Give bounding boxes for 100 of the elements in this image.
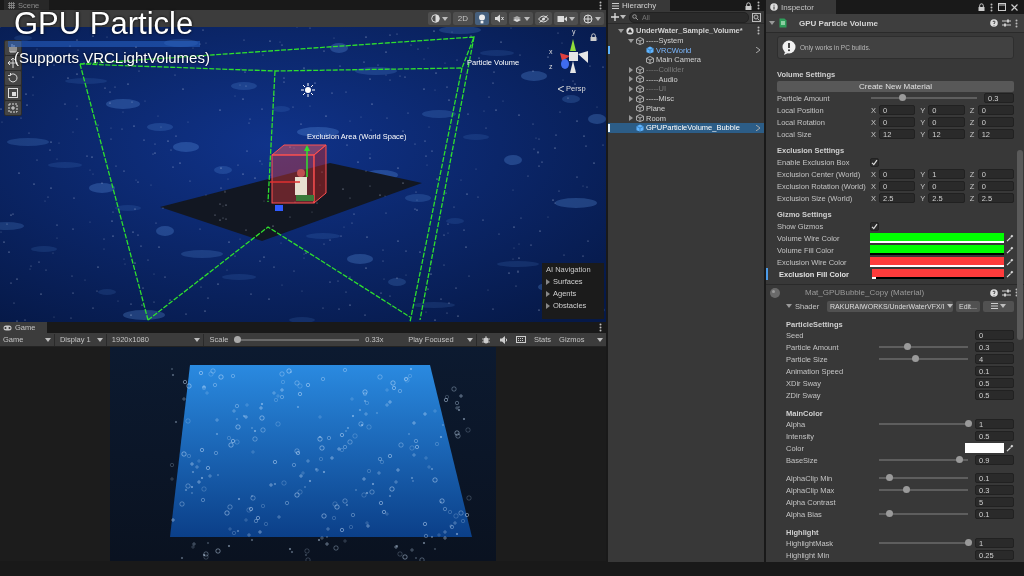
slider-thumb[interactable] xyxy=(899,94,907,101)
eyedropper-icon[interactable] xyxy=(1006,234,1014,242)
caret-icon xyxy=(597,337,603,342)
slider-thumb[interactable] xyxy=(886,474,894,481)
slider-thumb[interactable] xyxy=(964,539,972,546)
caret-icon xyxy=(193,337,200,342)
foldout-arrow-icon[interactable] xyxy=(769,20,775,26)
rotate-tool-button[interactable] xyxy=(5,71,21,85)
more-options-icon[interactable] xyxy=(990,2,993,12)
slider-thumb[interactable] xyxy=(903,486,911,493)
warning-bubble-icon xyxy=(782,40,796,55)
action-button[interactable]: Create New Material xyxy=(777,80,1014,92)
light-bulb-icon xyxy=(478,13,486,24)
prefab-marker xyxy=(608,123,610,132)
maximize-icon[interactable] xyxy=(998,3,1006,11)
caret-icon xyxy=(620,15,626,19)
2d-mode-button[interactable]: 2D xyxy=(452,12,473,25)
lock-icon[interactable] xyxy=(978,3,985,11)
color-field[interactable] xyxy=(965,443,1004,453)
camera-button[interactable] xyxy=(554,12,578,25)
shading-mode-button[interactable] xyxy=(427,12,451,25)
lighting-toggle[interactable] xyxy=(475,12,489,25)
slider-thumb[interactable] xyxy=(903,343,911,350)
orientation-gizmo-icon[interactable] xyxy=(560,39,588,73)
hierarchy-tab[interactable]: Hierarchy xyxy=(608,0,671,11)
caret-icon xyxy=(441,16,448,21)
render-queue-dropdown[interactable] xyxy=(982,300,1014,312)
chevron-right-icon[interactable] xyxy=(756,47,760,54)
foldout-arrow-icon[interactable] xyxy=(628,76,634,83)
scrollbar-thumb[interactable] xyxy=(1017,150,1023,340)
eyedropper-icon[interactable] xyxy=(1006,246,1014,254)
more-options-icon[interactable] xyxy=(757,1,760,10)
eyedropper-icon[interactable] xyxy=(1006,444,1014,452)
rect-tool-button[interactable] xyxy=(5,101,21,115)
debug-button[interactable] xyxy=(479,333,493,346)
list-icon xyxy=(612,2,619,9)
add-button[interactable] xyxy=(611,13,626,21)
color-field[interactable] xyxy=(870,257,1004,267)
speaker-muted-icon xyxy=(494,14,504,23)
close-icon[interactable] xyxy=(1011,3,1018,11)
presets-icon[interactable] xyxy=(1002,288,1011,297)
chevron-right-icon[interactable] xyxy=(756,124,760,131)
cube-icon xyxy=(646,55,654,64)
slider-thumb[interactable] xyxy=(955,456,963,463)
caret-icon xyxy=(595,16,601,21)
more-options-icon[interactable] xyxy=(1015,288,1018,297)
layers-icon xyxy=(512,13,522,24)
hand-icon xyxy=(7,42,19,54)
slider-thumb[interactable] xyxy=(886,510,894,517)
plus-icon xyxy=(611,13,619,21)
more-options-icon[interactable] xyxy=(1015,18,1018,28)
lock-icon[interactable] xyxy=(590,33,597,41)
overlay-subtitle: (Supports VRCLightVolumes) xyxy=(14,49,210,67)
effects-button[interactable] xyxy=(509,12,533,25)
foldout-arrow-icon[interactable] xyxy=(628,85,634,92)
visibility-toggle[interactable] xyxy=(535,12,552,25)
color-field[interactable] xyxy=(872,269,1004,279)
scene-search-icon[interactable] xyxy=(752,12,761,22)
globe-icon xyxy=(583,13,593,24)
slider-thumb[interactable] xyxy=(912,355,919,362)
cube-icon xyxy=(636,36,644,45)
presets-icon[interactable] xyxy=(1002,19,1011,27)
more-options-icon[interactable] xyxy=(599,0,602,10)
color-field[interactable] xyxy=(870,245,1004,255)
eyedropper-icon[interactable] xyxy=(1006,270,1014,278)
sphere-icon xyxy=(430,14,440,23)
checkbox[interactable] xyxy=(870,221,879,231)
inspector-tab[interactable]: Inspector xyxy=(766,0,836,14)
audio-toggle[interactable] xyxy=(491,12,507,25)
foldout-arrow-icon[interactable] xyxy=(628,37,634,44)
foldout-arrow-icon[interactable] xyxy=(618,27,624,34)
prefab-cube-icon xyxy=(636,123,644,132)
lock-icon[interactable] xyxy=(745,1,752,10)
hidden-eye-icon xyxy=(538,14,549,23)
gizmos-button[interactable] xyxy=(580,12,604,25)
help-icon[interactable] xyxy=(990,288,998,297)
prefab-cube-icon xyxy=(646,46,654,55)
foldout-arrow-icon[interactable] xyxy=(628,95,634,102)
foldout-arrow-icon[interactable] xyxy=(628,66,634,73)
keyboard-icon xyxy=(516,336,526,343)
grid-icon xyxy=(8,1,15,9)
eyedropper-icon[interactable] xyxy=(1006,258,1014,266)
speaker-icon xyxy=(500,335,508,344)
info-icon xyxy=(770,3,778,11)
more-options-icon[interactable] xyxy=(599,323,602,332)
shortcuts-button[interactable] xyxy=(513,333,529,346)
rect-transform-icon xyxy=(7,102,19,114)
component-title: GPU Particle Volume xyxy=(798,18,879,28)
caret-icon xyxy=(569,16,575,21)
foldout-arrow-icon[interactable] xyxy=(786,303,792,309)
help-icon[interactable] xyxy=(990,19,998,27)
caret-icon xyxy=(524,16,530,21)
material-sphere-icon xyxy=(769,286,781,299)
foldout-arrow-icon[interactable] xyxy=(628,115,634,122)
scale-tool-button[interactable] xyxy=(5,86,21,100)
more-options-icon[interactable] xyxy=(757,26,760,36)
checkbox[interactable] xyxy=(870,157,879,167)
scale-slider-thumb[interactable] xyxy=(233,335,241,343)
slider-thumb[interactable] xyxy=(964,420,972,427)
color-field[interactable] xyxy=(870,233,1004,243)
